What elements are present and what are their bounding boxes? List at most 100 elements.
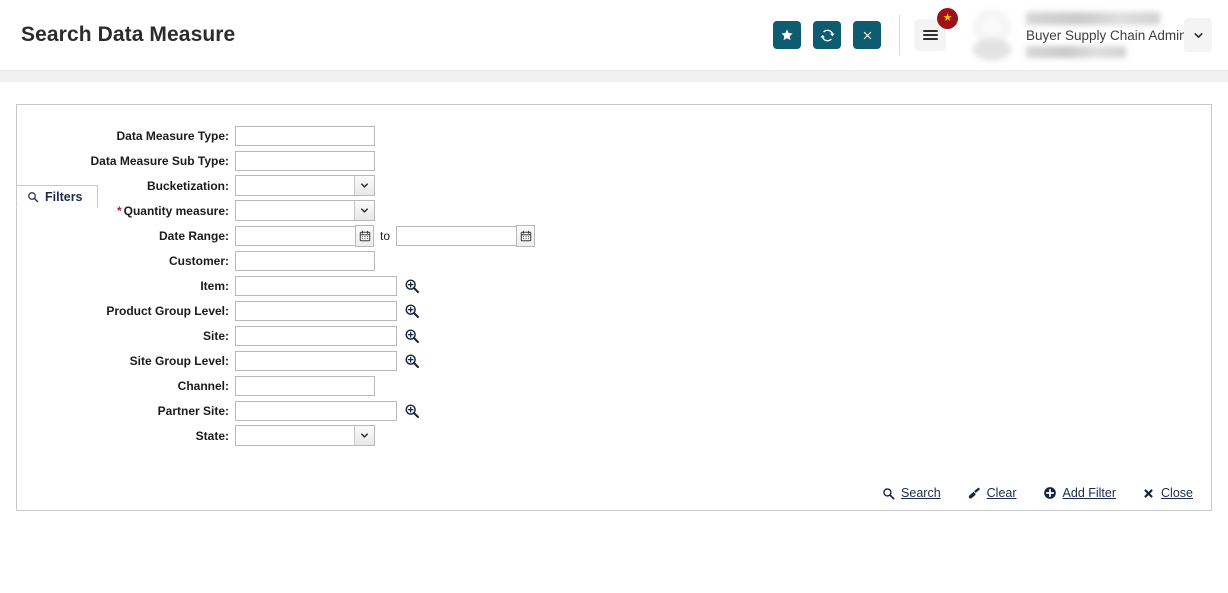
search-action[interactable]: Search — [882, 486, 941, 500]
close-icon — [861, 29, 874, 42]
header-divider — [899, 15, 900, 55]
filters-panel: Data Measure Type: Data Measure Sub Type:… — [16, 104, 1212, 511]
label-text: Customer: — [169, 254, 229, 268]
filter-row-data-measure-type: Data Measure Type: — [17, 123, 1211, 148]
lookup-partner-site-magnifier-plus-icon[interactable] — [403, 402, 420, 419]
lookup-site-group-level-magnifier-plus-icon[interactable] — [403, 352, 420, 369]
user-info: Buyer Supply Chain Admin — [1026, 12, 1176, 58]
user-menu-button[interactable] — [1184, 18, 1212, 52]
label-text: State: — [196, 429, 229, 443]
input-date-to[interactable] — [396, 226, 516, 246]
hamburger-menu-icon — [923, 28, 938, 42]
label-text: Data Measure Sub Type: — [91, 154, 229, 168]
filter-row-site-group-level: Site Group Level: — [17, 348, 1211, 373]
close-window-button[interactable] — [853, 21, 881, 49]
filter-row-data-measure-sub-type: Data Measure Sub Type: — [17, 148, 1211, 173]
input-item[interactable] — [235, 276, 397, 296]
select-value — [236, 201, 354, 220]
add-filter-action-label: Add Filter — [1063, 486, 1117, 500]
content-area: Filters Data Measure Type: Data Measure S… — [0, 82, 1228, 593]
user-role-label: Buyer Supply Chain Admin — [1026, 28, 1176, 43]
label-text: Date Range: — [159, 229, 229, 243]
input-channel[interactable] — [235, 376, 375, 396]
chevron-down-icon — [354, 201, 374, 220]
label-text: Channel: — [178, 379, 229, 393]
select-bucketization[interactable] — [235, 175, 375, 196]
plus-circle-icon — [1043, 486, 1057, 500]
input-partner-site[interactable] — [235, 401, 397, 421]
filter-row-customer: Customer: — [17, 248, 1211, 273]
input-data-measure-sub-type[interactable] — [235, 151, 375, 171]
label-text: Quantity measure: — [124, 204, 229, 218]
filters-tab-strip: Filters — [16, 185, 98, 207]
user-extra-redacted — [1026, 46, 1126, 58]
input-site-group-level[interactable] — [235, 351, 397, 371]
input-customer[interactable] — [235, 251, 375, 271]
chevron-down-icon — [1192, 29, 1205, 42]
filter-row-channel: Channel: — [17, 373, 1211, 398]
close-x-icon — [1142, 487, 1155, 500]
calendar-icon-from[interactable] — [355, 225, 374, 247]
label-channel: Channel: — [17, 379, 235, 393]
date-range-separator: to — [380, 229, 390, 243]
add-filter-action[interactable]: Add Filter — [1043, 486, 1117, 500]
input-data-measure-type[interactable] — [235, 126, 375, 146]
filter-row-date-range: Date Range: to — [17, 223, 1211, 248]
filter-row-site: Site: — [17, 323, 1211, 348]
input-site[interactable] — [235, 326, 397, 346]
filter-row-bucketization: Bucketization: — [17, 173, 1211, 198]
label-customer: Customer: — [17, 254, 235, 268]
search-icon — [27, 191, 39, 203]
filters-form: Data Measure Type: Data Measure Sub Type:… — [17, 123, 1211, 448]
label-site-group-level: Site Group Level: — [17, 354, 235, 368]
calendar-icon-to[interactable] — [516, 225, 535, 247]
filter-row-state: State: — [17, 423, 1211, 448]
refresh-button[interactable] — [813, 21, 841, 49]
chevron-down-icon — [354, 426, 374, 445]
select-value — [236, 176, 354, 195]
select-quantity-measure[interactable] — [235, 200, 375, 221]
label-text: Site: — [203, 329, 229, 343]
favorite-button[interactable] — [773, 21, 801, 49]
filter-row-partner-site: Partner Site: — [17, 398, 1211, 423]
filter-row-product-group-level: Product Group Level: — [17, 298, 1211, 323]
label-state: State: — [17, 429, 235, 443]
chevron-down-icon — [354, 176, 374, 195]
lookup-site-magnifier-plus-icon[interactable] — [403, 327, 420, 344]
label-data-measure-type: Data Measure Type: — [17, 129, 235, 143]
label-date-range: Date Range: — [17, 229, 235, 243]
page-title: Search Data Measure — [21, 23, 235, 47]
star-icon — [780, 28, 794, 42]
label-product-group-level: Product Group Level: — [17, 304, 235, 318]
label-partner-site: Partner Site: — [17, 404, 235, 418]
header-underbar — [0, 70, 1228, 82]
hamburger-menu-button[interactable]: ★ — [914, 19, 946, 51]
label-text: Partner Site: — [158, 404, 229, 418]
filter-row-quantity-measure: *Quantity measure: — [17, 198, 1211, 223]
app-header: Search Data Measure ★ — [0, 0, 1228, 70]
label-text: Product Group Level: — [106, 304, 229, 318]
select-state[interactable] — [235, 425, 375, 446]
label-site: Site: — [17, 329, 235, 343]
filter-action-bar: Search Clear Add Filte — [856, 486, 1193, 500]
header-actions: ★ Buyer Supply Chain Admin — [773, 0, 1228, 70]
label-text: Bucketization: — [147, 179, 229, 193]
tab-filters[interactable]: Filters — [16, 185, 98, 208]
avatar — [966, 9, 1018, 61]
required-marker: * — [117, 204, 122, 218]
eraser-icon — [967, 486, 981, 500]
search-action-label: Search — [901, 486, 941, 500]
label-text: Site Group Level: — [130, 354, 229, 368]
label-text: Data Measure Type: — [117, 129, 229, 143]
input-date-from[interactable] — [235, 226, 355, 246]
clear-action[interactable]: Clear — [967, 486, 1017, 500]
label-item: Item: — [17, 279, 235, 293]
close-action-label: Close — [1161, 486, 1193, 500]
select-value — [236, 426, 354, 445]
lookup-item-magnifier-plus-icon[interactable] — [403, 277, 420, 294]
close-action[interactable]: Close — [1142, 486, 1193, 500]
refresh-icon — [820, 28, 835, 43]
lookup-product-group-level-magnifier-plus-icon[interactable] — [403, 302, 420, 319]
input-product-group-level[interactable] — [235, 301, 397, 321]
user-name-redacted — [1026, 12, 1160, 25]
